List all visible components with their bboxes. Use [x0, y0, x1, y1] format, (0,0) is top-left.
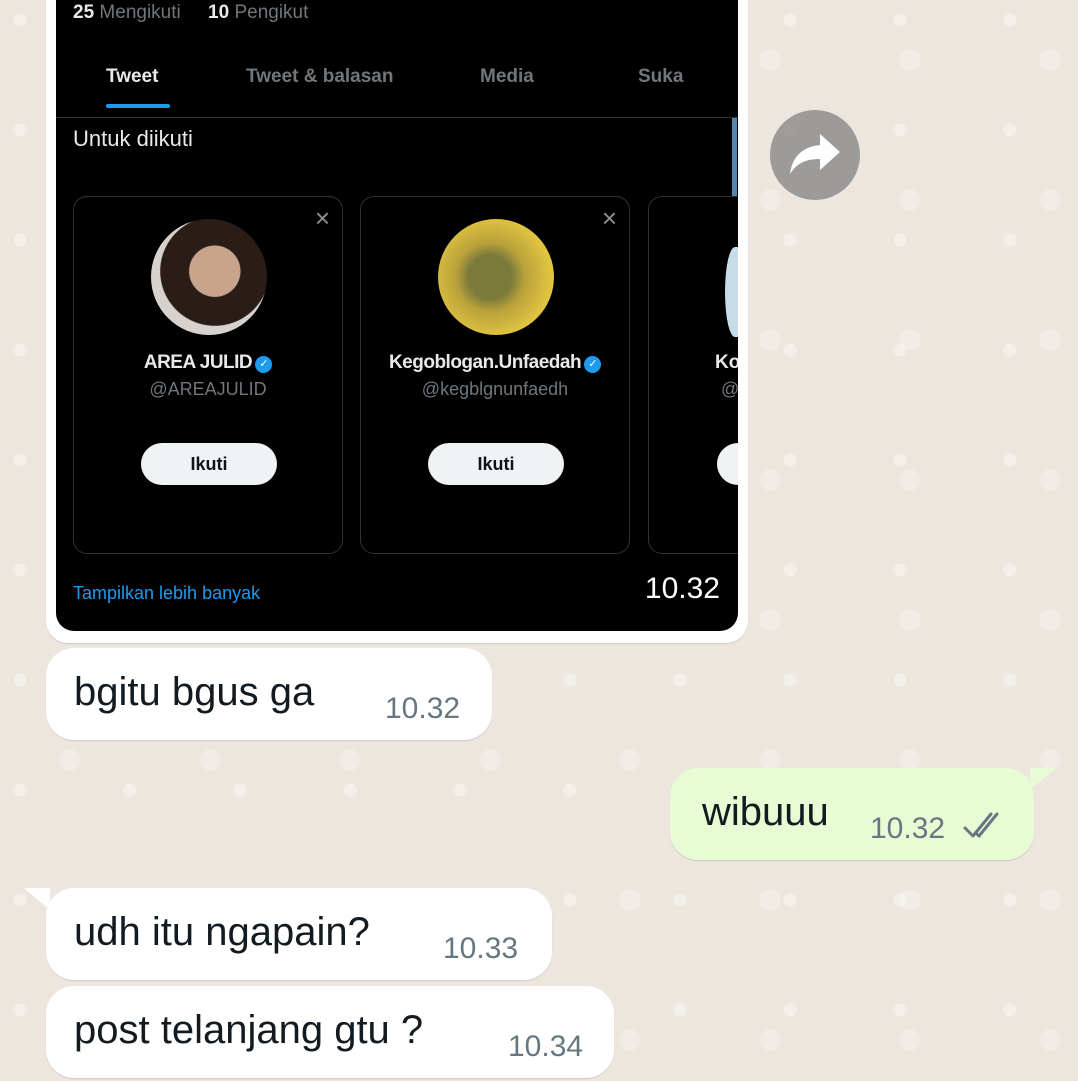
card-name-text: Kegoblogan.Unfaedah	[388, 352, 582, 373]
message-text: post telanjang gtu ?	[74, 1008, 424, 1052]
card-name-text: Ko	[715, 352, 738, 373]
close-icon: ×	[314, 203, 330, 233]
avatar	[438, 219, 554, 335]
tab-tweet: Tweet	[106, 66, 159, 87]
message-time: 10.32	[644, 572, 720, 605]
verified-icon: ✓	[584, 356, 602, 373]
tab-media: Media	[480, 66, 534, 87]
section-title: Untuk diikuti	[73, 126, 193, 151]
show-more-link: Tampilkan lebih banyak	[73, 583, 261, 603]
message-text: udh itu ngapain?	[74, 910, 370, 954]
message-time: 10.32	[870, 812, 946, 845]
card-name: Kegoblogan.Unfaedah ✓	[361, 352, 629, 374]
verified-icon: ✓	[255, 356, 273, 373]
bubble-tail	[24, 888, 50, 910]
message-text: wibuuu	[702, 790, 829, 834]
card-handle: @AREAJULID	[149, 379, 267, 399]
card-name-text: AREA JULID	[143, 352, 253, 373]
incoming-message[interactable]: bgitu bgus ga 10.32	[46, 648, 492, 740]
suggestion-card-partial: Ko @	[648, 196, 738, 554]
suggestion-card: × Kegoblogan.Unfaedah ✓ @kegblgnunfaedh I…	[360, 196, 630, 554]
bubble-tail	[1030, 768, 1056, 790]
avatar	[725, 247, 738, 337]
card-handle: @kegblgnunfaedh	[421, 379, 569, 399]
message-time: 10.32	[385, 692, 461, 725]
follow-button: Ikuti	[428, 443, 564, 485]
card-handle: @	[721, 379, 738, 399]
incoming-message[interactable]: post telanjang gtu ? 10.34	[46, 986, 614, 1078]
avatar	[151, 219, 267, 335]
incoming-message[interactable]: udh itu ngapain? 10.33	[46, 888, 552, 980]
tab-suka: Suka	[638, 66, 684, 87]
active-tab-indicator	[106, 104, 170, 108]
double-check-icon	[963, 812, 999, 838]
forward-arrow-icon	[790, 134, 840, 174]
following-count: 25	[73, 2, 95, 23]
followers-count: 10	[208, 2, 230, 23]
card-name: AREA JULID ✓	[74, 352, 342, 374]
close-icon: ×	[601, 203, 617, 233]
message-time: 10.34	[508, 1030, 584, 1063]
following-label: Mengikuti	[99, 2, 181, 23]
profile-tabs: Tweet Tweet & balasan Media Suka	[56, 60, 738, 118]
message-text: bgitu bgus ga	[74, 670, 315, 714]
profile-stats: 25 Mengikuti 10 Pengikut	[73, 2, 308, 24]
message-time: 10.33	[443, 932, 519, 965]
suggestion-card: × AREA JULID ✓ @AREAJULID Ikuti	[73, 196, 343, 554]
tab-tweet-balasan: Tweet & balasan	[246, 66, 394, 87]
follow-button: Ikuti	[141, 443, 277, 485]
follow-button	[717, 443, 738, 485]
forward-button[interactable]	[770, 110, 860, 200]
image-message-bubble[interactable]: 25 Mengikuti 10 Pengikut Tweet Tweet & b…	[46, 0, 748, 643]
followers-label: Pengikut	[234, 2, 309, 23]
shared-screenshot-image[interactable]: 25 Mengikuti 10 Pengikut Tweet Tweet & b…	[56, 0, 738, 631]
